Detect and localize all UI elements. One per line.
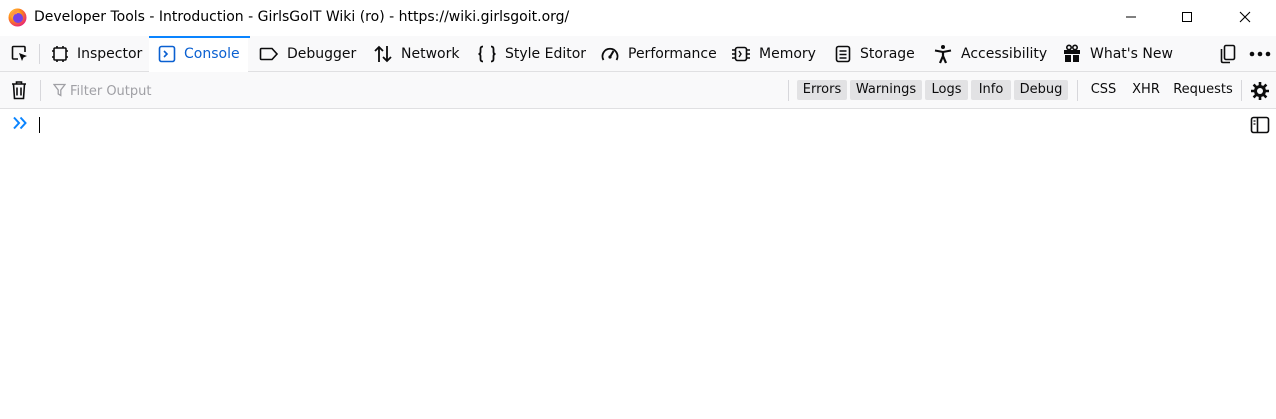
- firefox-logo-icon: [8, 8, 27, 27]
- debugger-icon: [259, 47, 279, 61]
- toolbar-separator: [1077, 80, 1078, 101]
- console-prompt-icon: [12, 116, 28, 134]
- gift-icon: [1064, 44, 1080, 62]
- tab-label: Inspector: [77, 46, 143, 62]
- element-picker-icon: [11, 45, 27, 61]
- console-input-caret[interactable]: [39, 117, 40, 133]
- console-icon: [158, 45, 176, 63]
- toolbar-separator: [788, 80, 789, 101]
- tab-label: Network: [401, 46, 460, 62]
- more-icon: [1249, 51, 1271, 57]
- tab-label: Memory: [759, 46, 816, 62]
- tab-console[interactable]: Console: [149, 36, 250, 72]
- tab-accessibility[interactable]: Accessibility: [933, 36, 1047, 72]
- tab-label: Accessibility: [961, 46, 1048, 62]
- trash-icon: [12, 81, 26, 100]
- filter-logs-button[interactable]: Logs: [925, 80, 968, 100]
- gear-icon: [1251, 82, 1269, 100]
- console-filter-toolbar: Errors Warnings Logs Info Debug CSS XHR …: [0, 72, 1276, 109]
- console-settings-button[interactable]: [1247, 78, 1273, 104]
- minimize-icon: [1126, 16, 1136, 18]
- tab-label: Storage: [860, 46, 915, 62]
- tab-label: Style Editor: [505, 46, 587, 62]
- filter-xhr-button[interactable]: XHR: [1127, 80, 1165, 100]
- filter-errors-button[interactable]: Errors: [797, 80, 847, 100]
- performance-icon: [601, 47, 619, 61]
- inspector-icon: [52, 46, 68, 62]
- filter-warnings-button[interactable]: Warnings: [850, 80, 922, 100]
- network-icon: [374, 45, 392, 63]
- dock-options-button[interactable]: [1211, 36, 1243, 72]
- maximize-icon: [1182, 12, 1192, 22]
- tab-label: Performance: [628, 46, 717, 62]
- dock-side-icon: [1220, 44, 1236, 64]
- window-title: Developer Tools - Introduction - GirlsGo…: [34, 9, 570, 25]
- more-options-button[interactable]: [1244, 36, 1276, 72]
- style-editor-icon: [478, 45, 496, 63]
- tab-performance[interactable]: Performance: [600, 36, 717, 72]
- element-picker-button[interactable]: [4, 36, 36, 72]
- tab-network[interactable]: Network: [373, 36, 459, 72]
- accessibility-icon: [934, 45, 952, 64]
- tab-inspector[interactable]: Inspector: [51, 36, 142, 72]
- tab-debugger[interactable]: Debugger: [259, 36, 356, 72]
- minimize-button[interactable]: [1108, 0, 1154, 34]
- sidebar-icon: [1250, 116, 1270, 134]
- filter-css-button[interactable]: CSS: [1087, 80, 1120, 100]
- tab-label: Debugger: [287, 46, 357, 62]
- console-output-area[interactable]: [0, 109, 1276, 419]
- filter-debug-button[interactable]: Debug: [1014, 80, 1068, 100]
- close-icon: [1239, 11, 1251, 23]
- window-titlebar: Developer Tools - Introduction - GirlsGo…: [0, 0, 1276, 36]
- tab-whats-new[interactable]: What's New: [1062, 36, 1173, 72]
- toolbar-separator: [39, 44, 40, 64]
- tab-storage[interactable]: Storage: [834, 36, 915, 72]
- toolbox-tabbar: Inspector Console Debugger Network Style…: [0, 36, 1276, 72]
- tab-style-editor[interactable]: Style Editor: [477, 36, 586, 72]
- filter-info-button[interactable]: Info: [971, 80, 1011, 100]
- toggle-sidebar-button[interactable]: [1249, 115, 1271, 135]
- memory-icon: [732, 46, 750, 62]
- tab-label: Console: [184, 46, 240, 62]
- maximize-button[interactable]: [1164, 0, 1210, 34]
- filter-icon: [52, 83, 67, 101]
- storage-icon: [835, 45, 851, 63]
- toolbar-separator: [1241, 80, 1242, 101]
- toolbar-separator: [40, 80, 41, 101]
- close-window-button[interactable]: [1222, 0, 1268, 34]
- clear-console-button[interactable]: [4, 76, 34, 104]
- tab-label: What's New: [1090, 46, 1173, 62]
- filter-output-input[interactable]: [70, 81, 470, 101]
- tab-memory[interactable]: Memory: [731, 36, 816, 72]
- filter-requests-button[interactable]: Requests: [1170, 80, 1236, 100]
